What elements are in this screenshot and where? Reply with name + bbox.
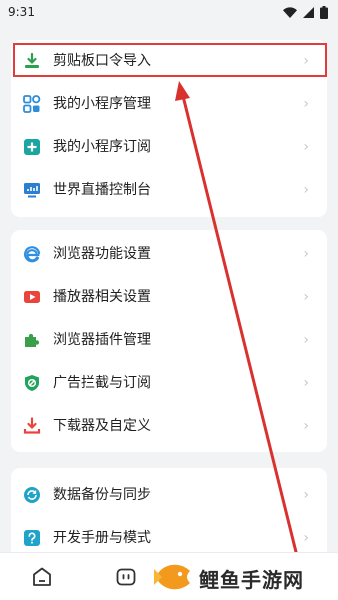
download-tray-icon [23, 52, 41, 70]
row-label: 我的小程序订阅 [53, 139, 151, 155]
row-label: 播放器相关设置 [53, 289, 151, 305]
row-label: 数据备份与同步 [53, 487, 151, 503]
live-console-row[interactable]: 世界直播控制台 › [11, 169, 327, 212]
cloud-sync-icon [23, 486, 41, 504]
status-time: 9:31 [8, 5, 35, 19]
mini-program-icon[interactable] [114, 565, 138, 589]
chevron-right-icon: › [303, 332, 309, 348]
puzzle-icon [23, 331, 41, 349]
grid-apps-icon [23, 95, 41, 113]
chevron-right-icon: › [303, 246, 309, 262]
chevron-right-icon: › [303, 487, 309, 503]
settings-group-tools: 剪贴板口令导入 › 我的小程序管理 › 我的小程序订阅 › 世界直播控制台 › [11, 40, 327, 217]
chevron-right-icon: › [303, 289, 309, 305]
downloader-row[interactable]: 下载器及自定义 › [11, 405, 327, 448]
browser-e-icon [23, 245, 41, 263]
status-bar: 9:31 [0, 0, 338, 24]
mini-program-subscribe-row[interactable]: 我的小程序订阅 › [11, 126, 327, 169]
plugin-manage-row[interactable]: 浏览器插件管理 › [11, 319, 327, 362]
home-icon[interactable] [30, 565, 54, 589]
backup-sync-row[interactable]: 数据备份与同步 › [11, 474, 327, 517]
help-question-icon [23, 529, 41, 547]
chevron-right-icon: › [303, 182, 309, 198]
browser-settings-row[interactable]: 浏览器功能设置 › [11, 233, 327, 276]
chevron-right-icon: › [303, 375, 309, 391]
signal-icon [303, 6, 314, 18]
row-label: 广告拦截与订阅 [53, 375, 151, 391]
monitor-chart-icon [23, 181, 41, 199]
fish-logo-icon [154, 564, 190, 590]
player-settings-row[interactable]: 播放器相关设置 › [11, 276, 327, 319]
chevron-right-icon: › [303, 418, 309, 434]
chevron-right-icon: › [303, 96, 309, 112]
settings-group-data: 数据备份与同步 › 开发手册与模式 › [11, 468, 327, 563]
chevron-right-icon: › [303, 53, 309, 69]
download-icon [23, 417, 41, 435]
status-icons [283, 5, 328, 19]
clipboard-import-row[interactable]: 剪贴板口令导入 › [11, 40, 327, 83]
row-label: 世界直播控制台 [53, 182, 151, 198]
row-label: 下载器及自定义 [53, 418, 151, 434]
watermark-text: 鲤鱼手游网 [199, 568, 304, 592]
play-icon [23, 288, 41, 306]
chevron-right-icon: › [303, 139, 309, 155]
row-label: 剪贴板口令导入 [53, 53, 151, 69]
row-label: 浏览器功能设置 [53, 246, 151, 262]
mini-program-manage-row[interactable]: 我的小程序管理 › [11, 83, 327, 126]
ad-block-row[interactable]: 广告拦截与订阅 › [11, 362, 327, 405]
shield-block-icon [23, 374, 41, 392]
subscribe-plus-icon [23, 138, 41, 156]
battery-icon [320, 5, 328, 19]
wifi-icon [283, 6, 297, 18]
row-label: 浏览器插件管理 [53, 332, 151, 348]
row-label: 我的小程序管理 [53, 96, 151, 112]
settings-group-browser: 浏览器功能设置 › 播放器相关设置 › 浏览器插件管理 › 广告拦截与订阅 › … [11, 230, 327, 452]
